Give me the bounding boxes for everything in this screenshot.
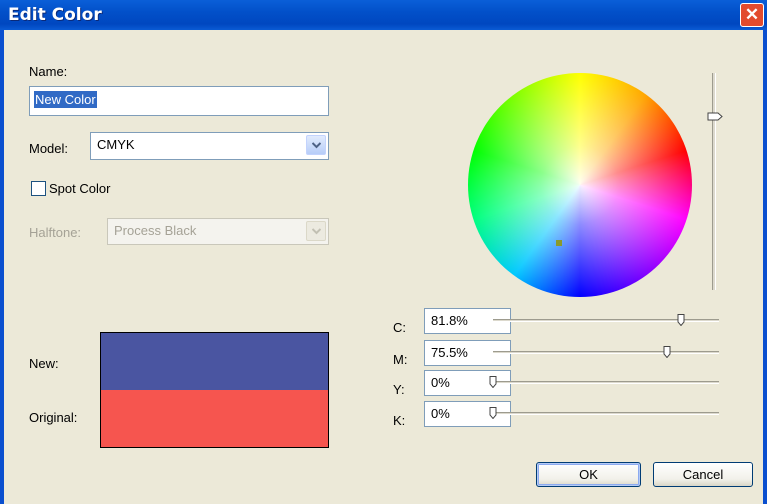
halftone-label: Halftone:	[29, 225, 82, 240]
original-color-swatch	[101, 390, 328, 447]
color-preview	[100, 332, 329, 448]
window-frame-right	[763, 30, 767, 504]
model-select-value: CMYK	[97, 137, 135, 152]
channel-input-value: 0%	[431, 406, 450, 421]
spot-color-label: Spot Color	[49, 181, 111, 196]
halftone-dropdown-button	[306, 221, 326, 241]
channel-label: K:	[393, 413, 406, 428]
original-color-label: Original:	[29, 410, 78, 425]
model-label: Model:	[29, 141, 69, 156]
channel-slider[interactable]	[493, 381, 719, 384]
cancel-button[interactable]: Cancel	[653, 462, 753, 487]
chevron-down-icon	[312, 142, 321, 149]
spot-color-checkbox[interactable]	[31, 181, 46, 196]
halftone-select: Process Black	[107, 218, 329, 245]
ok-button[interactable]: OK	[536, 462, 641, 487]
close-button[interactable]: ✕	[740, 3, 764, 27]
name-label: Name:	[29, 64, 68, 79]
color-wheel[interactable]	[468, 73, 692, 297]
title-bar: Edit Color ✕	[0, 0, 767, 30]
name-input[interactable]: New Color	[29, 86, 329, 116]
channel-input-value: 75.5%	[431, 345, 468, 360]
name-input-value: New Color	[34, 91, 97, 108]
channel-input-value: 81.8%	[431, 313, 468, 328]
channel-slider-thumb[interactable]	[489, 407, 497, 419]
channel-input-value: 0%	[431, 375, 450, 390]
channel-label: C:	[393, 320, 406, 335]
channel-label: Y:	[393, 382, 405, 397]
model-dropdown-button[interactable]	[306, 135, 326, 155]
channel-slider-thumb[interactable]	[489, 376, 497, 388]
channel-slider[interactable]	[493, 351, 719, 354]
channel-slider-thumb[interactable]	[663, 346, 671, 358]
channel-slider[interactable]	[493, 412, 719, 415]
channel-slider-thumb[interactable]	[677, 314, 685, 326]
color-wheel-marker	[556, 240, 562, 246]
new-color-label: New:	[29, 356, 59, 371]
window-title: Edit Color	[8, 5, 102, 25]
model-select[interactable]: CMYK	[90, 132, 329, 160]
channel-label: M:	[393, 352, 408, 367]
brightness-slider[interactable]	[712, 73, 716, 290]
new-color-swatch	[101, 333, 328, 390]
halftone-select-value: Process Black	[114, 223, 197, 238]
brightness-slider-thumb[interactable]	[707, 112, 723, 121]
chevron-down-icon	[312, 228, 321, 235]
window-frame-left	[0, 30, 4, 504]
close-icon: ✕	[744, 5, 760, 24]
